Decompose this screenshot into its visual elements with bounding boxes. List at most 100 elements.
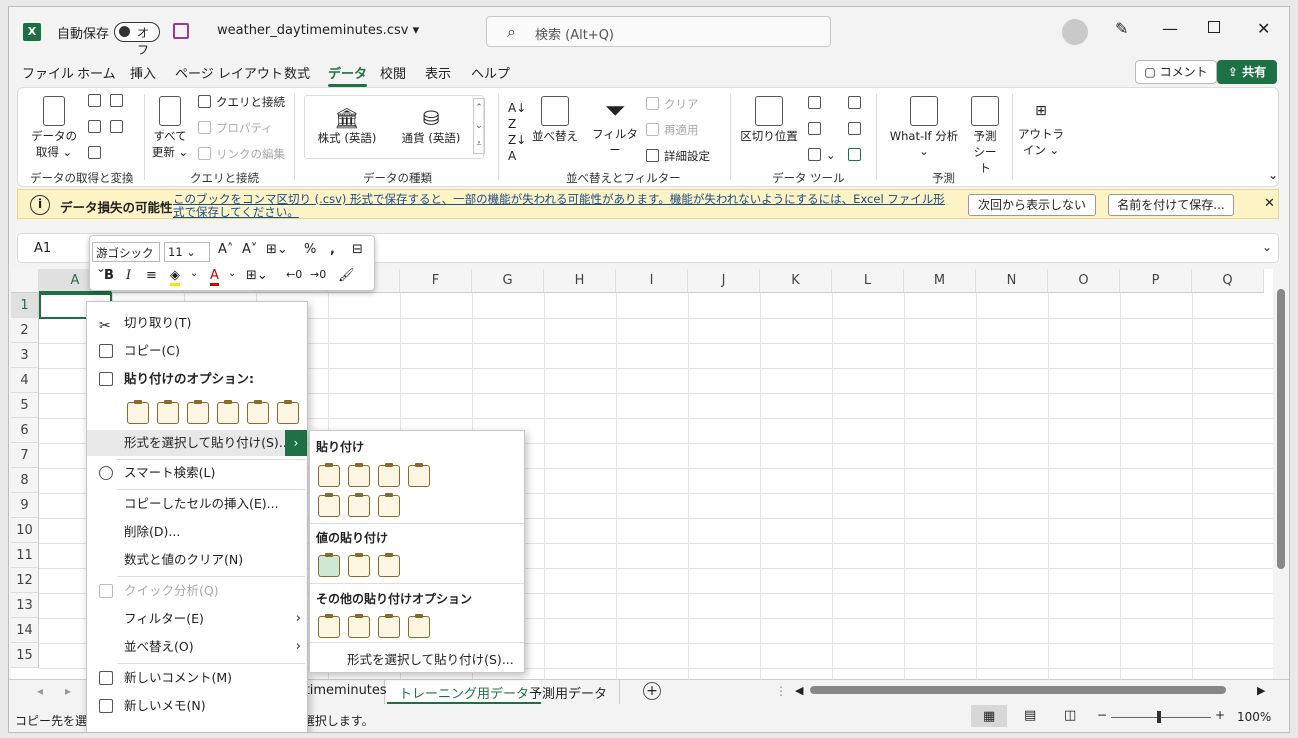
tab-data[interactable]: データ [328,63,368,87]
account-avatar[interactable] [1062,19,1088,45]
no-borders-icon[interactable] [318,493,340,517]
clear-contents-menu-item[interactable]: 数式と値のクリア(N) [87,547,307,573]
transpose-icon[interactable] [378,493,400,517]
decrease-decimal-icon[interactable]: →0 [310,268,326,281]
next-sheet-icon[interactable]: ▸ [65,684,71,698]
font-color-icon[interactable]: A [210,268,219,286]
comma-style-icon[interactable]: , [330,242,335,257]
gallery-scroll[interactable]: ⌃ ⌄ ⩡ [473,98,485,154]
filter-menu-item[interactable]: フィルター(E) › [87,606,307,632]
scroll-left-icon[interactable]: ◀ [795,684,803,697]
tab-splitter-icon[interactable]: ⋮ [775,684,787,698]
row-header[interactable]: 15 [11,643,39,668]
scroll-right-icon[interactable]: ▶ [1257,684,1265,697]
paste-transpose-icon[interactable] [217,400,239,424]
minimize-button[interactable]: — [1162,19,1178,38]
sort-az-icon[interactable]: A↓ Z Z↓ A [508,100,526,164]
align-center-icon[interactable]: ≡ [146,268,157,283]
currencies-button[interactable]: ⛁ 通貨 (英語) [396,106,466,146]
message-text[interactable]: このブックをコンマ区切り (.csv) 形式で保存すると、一部の機能が失われる可… [173,193,948,219]
relationships-icon[interactable] [848,122,866,136]
delete-menu-item[interactable]: 削除(D)... [87,519,307,545]
number-format-icon[interactable]: ⊞⌄ [266,242,288,257]
column-header[interactable]: I [616,269,688,293]
pen-icon[interactable]: ✎ [1115,19,1128,38]
remove-duplicates-icon[interactable] [808,122,826,136]
row-header[interactable]: 14 [11,618,39,643]
format-painter-icon[interactable]: 🖌 [338,268,355,283]
zoom-level[interactable]: 100% [1237,710,1271,724]
paste-link-icon[interactable] [348,614,370,638]
paste-special-dialog-item[interactable]: 形式を選択して貼り付け(S)... [347,649,514,668]
advanced-filter-button[interactable]: 詳細設定 [646,148,710,164]
column-header[interactable]: K [760,269,832,293]
font-size-select[interactable]: 11 ⌄ [164,242,210,262]
paste-icon[interactable] [318,463,340,487]
queries-connections-button[interactable]: クエリと接続 [198,94,285,110]
insert-copied-cells-menu-item[interactable]: コピーしたセルの挿入(E)... [87,491,307,517]
keep-source-formatting-icon[interactable] [408,463,430,487]
tab-review[interactable]: 校閲 [380,63,406,82]
sheet-tab[interactable]: 予測用データ [517,680,621,704]
values-icon[interactable] [318,553,340,577]
decrease-font-icon[interactable]: A˅ [242,242,257,257]
bold-icon[interactable]: B [104,268,114,283]
text-to-columns-button[interactable]: 区切り位置 [740,96,798,144]
column-header[interactable]: J [688,269,760,293]
sort-menu-item[interactable]: 並べ替え(O) › [87,634,307,660]
tab-view[interactable]: 表示 [425,63,451,82]
borders-icon[interactable]: ⊞⌄ [246,268,268,283]
italic-icon[interactable]: I [126,268,131,283]
row-header[interactable]: 13 [11,593,39,618]
row-header[interactable]: 5 [11,393,39,418]
smart-lookup-menu-item[interactable]: スマート検索(L) [87,460,307,486]
row-header[interactable]: 3 [11,343,39,368]
zoom-in-button[interactable]: + [1215,708,1225,722]
tab-formulas[interactable]: 数式 [284,63,310,82]
column-header[interactable]: L [832,269,904,293]
column-header[interactable]: H [544,269,616,293]
paste-formulas-icon[interactable] [187,400,209,424]
forecast-sheet-button[interactable]: 予測シート [968,96,1002,176]
keep-column-widths-icon[interactable] [348,493,370,517]
column-header[interactable]: N [976,269,1048,293]
font-name-select[interactable]: 游ゴシック ⌄ [92,242,160,275]
column-header[interactable]: O [1048,269,1120,293]
close-button[interactable]: ✕ [1257,19,1270,38]
row-header[interactable]: 12 [11,568,39,593]
column-header[interactable]: P [1120,269,1192,293]
get-data-button[interactable]: データの取得 ⌄ [28,96,80,160]
row-header[interactable]: 9 [11,493,39,518]
search-box[interactable]: ⌕ 検索 (Alt+Q) [486,16,831,47]
row-header[interactable]: 2 [11,318,39,343]
comment-button[interactable]: ▢ コメント [1135,60,1217,84]
font-color-dropdown[interactable]: ⌄ [228,268,236,279]
zoom-slider[interactable] [1111,717,1211,718]
from-table-icon[interactable] [88,146,106,160]
row-header[interactable]: 4 [11,368,39,393]
share-button[interactable]: ⇪ 共有 [1217,60,1277,84]
values-source-formatting-icon[interactable] [378,553,400,577]
zoom-slider-thumb[interactable] [1157,711,1161,723]
column-header[interactable]: Q [1192,269,1264,293]
row-header[interactable]: 6 [11,418,39,443]
paste-icon[interactable] [127,400,149,424]
paste-special-menu-item[interactable]: 形式を選択して貼り付け(S)... › [87,430,307,456]
row-header[interactable]: 11 [11,543,39,568]
save-as-button[interactable]: 名前を付けて保存... [1108,194,1234,216]
picture-icon[interactable] [378,614,400,638]
linked-picture-icon[interactable] [408,614,430,638]
merge-center-icon[interactable]: ⊟ [352,242,363,257]
tab-home[interactable]: ホーム [77,63,116,82]
consolidate-icon[interactable] [848,96,866,110]
paste-formulas-number-format-icon[interactable] [378,463,400,487]
tab-file[interactable]: ファイル [22,63,74,82]
data-model-icon[interactable] [848,148,866,162]
new-note-menu-item[interactable]: 新しいメモ(N) [87,693,307,719]
column-header[interactable]: M [904,269,976,293]
tab-insert[interactable]: 挿入 [130,63,156,82]
row-header[interactable]: 7 [11,443,39,468]
normal-view-button[interactable]: ▦ [971,705,1007,727]
tab-help[interactable]: ヘルプ [471,63,510,82]
dont-show-again-button[interactable]: 次回から表示しない [968,194,1096,216]
